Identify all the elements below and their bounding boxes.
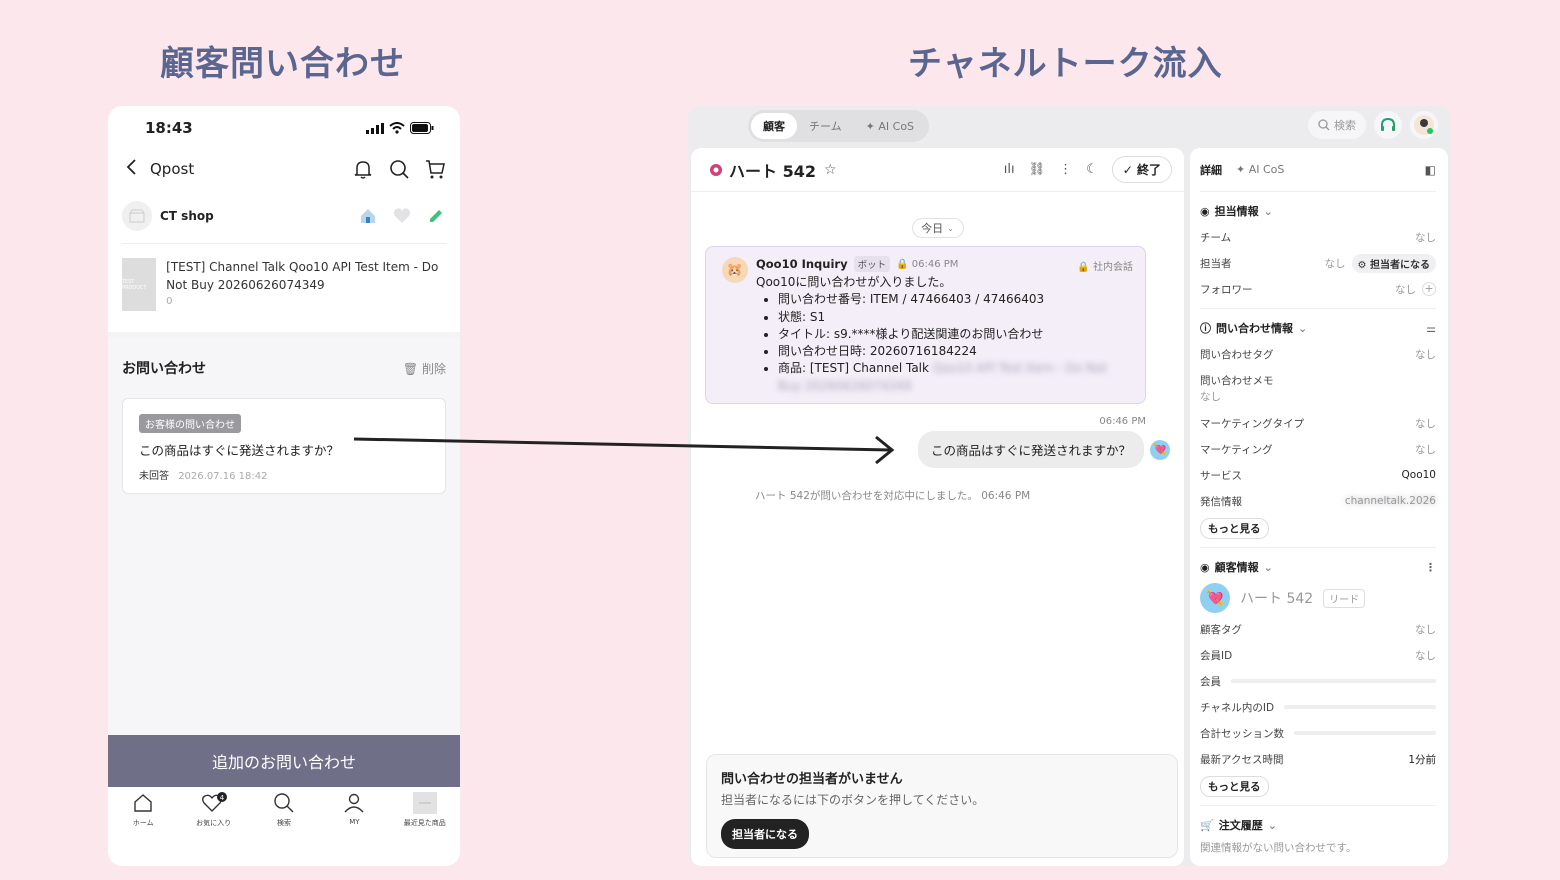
flow-arrow — [353, 435, 895, 465]
